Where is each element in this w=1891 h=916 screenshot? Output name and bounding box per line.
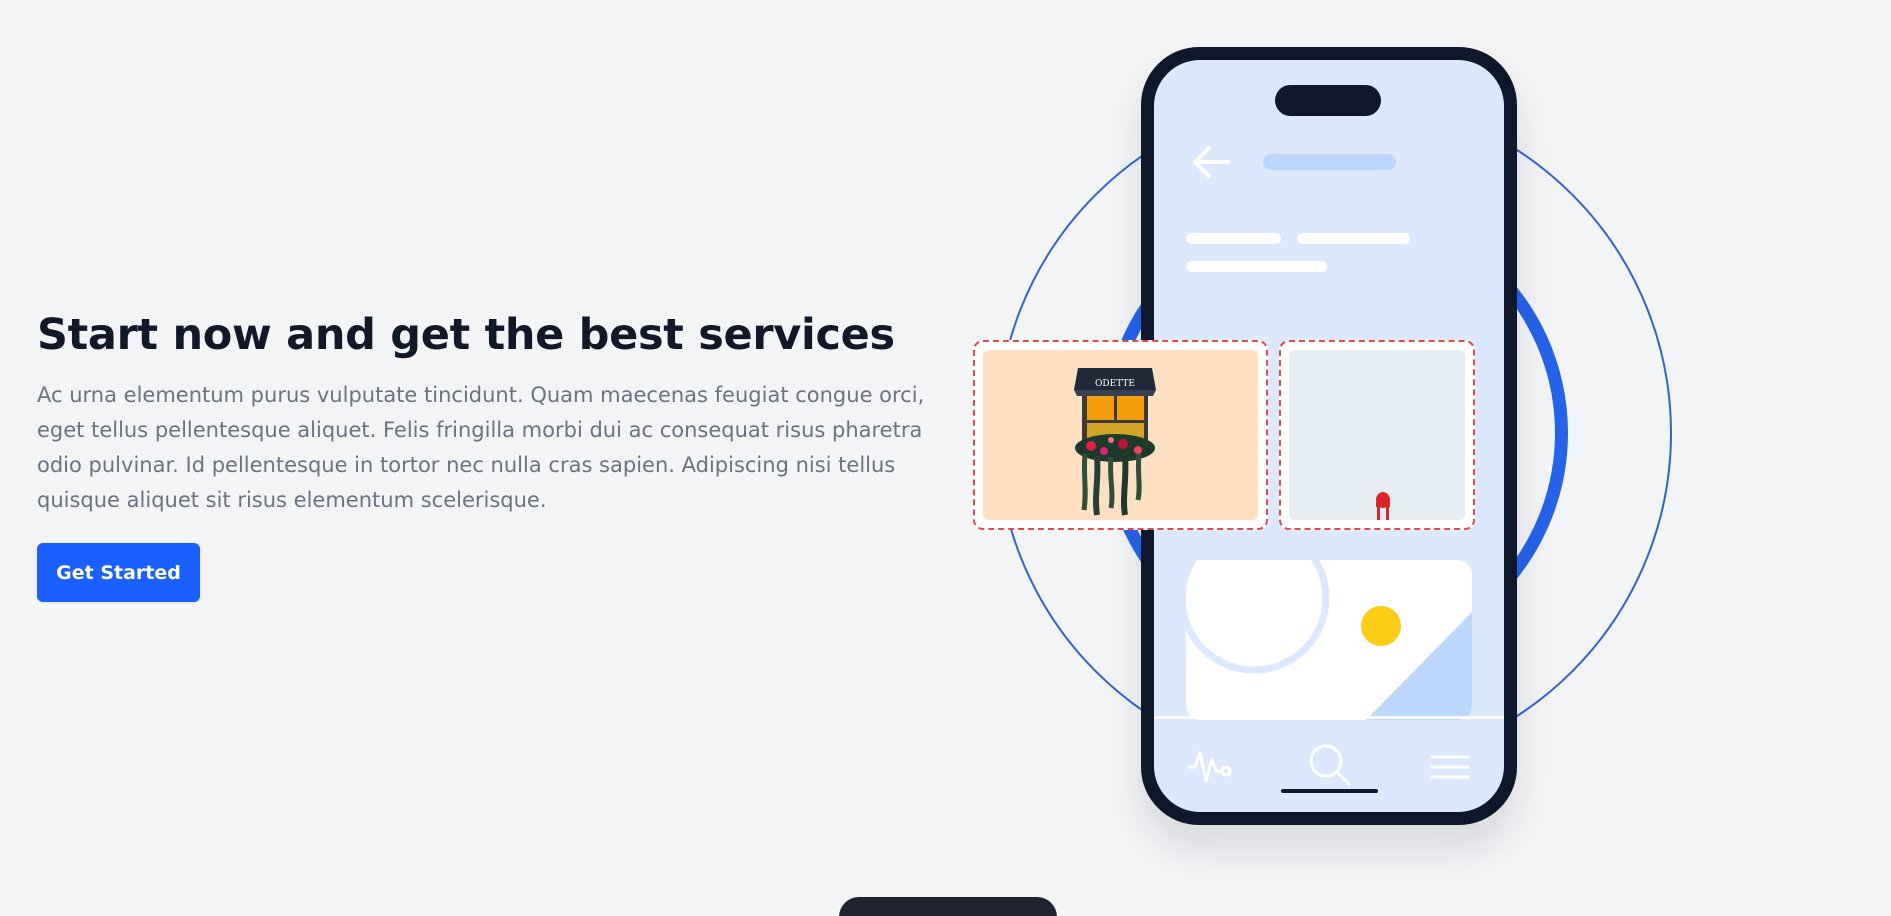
minimal-chair-image: [1289, 350, 1465, 520]
search-icon[interactable]: [1306, 741, 1354, 789]
photo-minimal: [1289, 350, 1465, 520]
image-placeholder-icon: [1186, 560, 1472, 720]
text-skeleton-line: [1297, 233, 1410, 244]
activity-icon[interactable]: [1187, 741, 1235, 789]
get-started-button[interactable]: Get Started: [37, 543, 200, 602]
photo-card-minimal: [1279, 340, 1475, 530]
photo-card-storefront: ODETTE: [973, 340, 1268, 530]
title-skeleton: [1263, 154, 1396, 170]
menu-icon[interactable]: [1426, 743, 1474, 791]
storefront-sign-text: ODETTE: [1095, 379, 1135, 389]
text-skeleton-line: [1186, 261, 1327, 272]
dock-bar: [839, 897, 1057, 916]
bottom-nav-divider: [1154, 716, 1504, 719]
text-skeleton-line: [1186, 233, 1281, 244]
back-arrow-icon: [1193, 146, 1230, 178]
hero-description: Ac urna elementum purus vulputate tincid…: [37, 383, 925, 512]
hero-title: Start now and get the best services: [37, 310, 895, 360]
photo-storefront: ODETTE: [983, 350, 1258, 520]
page: Start now and get the best services Ac u…: [0, 0, 1891, 916]
home-indicator: [1281, 789, 1378, 793]
hero-section: Start now and get the best services Ac u…: [37, 306, 927, 518]
phone-notch: [1275, 85, 1381, 116]
storefront-window-image: ODETTE: [1074, 368, 1156, 516]
